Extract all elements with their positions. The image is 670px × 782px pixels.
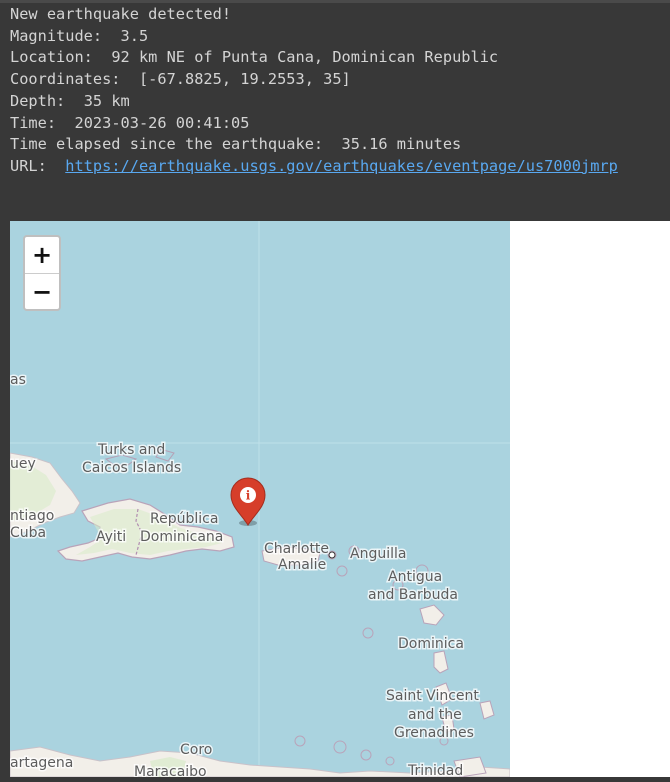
label-maracaibo: Maracaibo (134, 764, 207, 777)
land-barbados (479, 700, 495, 720)
label-santiago: ntiago (10, 508, 54, 524)
land-dominica (433, 650, 449, 674)
label-svg-1: Saint Vincent (386, 688, 479, 704)
bottom-divider (0, 777, 670, 782)
coordinates-value: [-67.8825, 19.2553, 35] (138, 70, 351, 89)
label-svg-3: Grenadines (394, 725, 474, 741)
time-value: 2023-03-26 00:41:05 (74, 113, 250, 132)
label-cuba: Cuba (10, 525, 46, 541)
land-montserrat (362, 627, 374, 639)
land-curacao (294, 735, 306, 747)
label-cuba-partial: uey (10, 456, 36, 472)
land-islet (360, 749, 372, 761)
earthquake-marker[interactable]: i (230, 477, 266, 526)
label-turks-1: Turks and (97, 442, 165, 458)
output-heading: New earthquake detected! (10, 5, 232, 23)
capital-dot (328, 551, 336, 559)
label-charlotte: Charlotte (264, 541, 329, 557)
label-bahamas: as (10, 372, 26, 388)
label-coro: Coro (180, 742, 212, 758)
magnitude-label: Magnitude: (10, 26, 103, 45)
url-label: URL: (10, 156, 47, 175)
label-dominicana: Dominicana (140, 529, 223, 545)
label-svg-2: and the (408, 707, 462, 723)
time-label: Time: (10, 113, 57, 132)
zoom-out-button[interactable]: − (25, 274, 59, 310)
label-amalie: Amalie (278, 557, 326, 573)
magnitude-value: 3.5 (120, 26, 149, 45)
top-divider (0, 0, 670, 3)
elapsed-value: 35.16 minutes (341, 135, 462, 154)
label-antigua-2: and Barbuda (368, 587, 458, 603)
label-antigua-1: Antigua (388, 569, 442, 585)
label-republica: República (150, 511, 218, 527)
label-turks-2: Caicos Islands (82, 460, 181, 476)
location-label: Location: (10, 48, 93, 67)
elapsed-label: Time elapsed since the earthquake: (10, 135, 324, 154)
map[interactable]: as Turks and Caicos Islands uey ntiago C… (10, 221, 510, 777)
label-cartagena: artagena (10, 755, 73, 771)
event-url-link[interactable]: https://earthquake.usgs.gov/earthquakes/… (65, 157, 618, 175)
info-glyph: i (246, 489, 251, 503)
depth-value: 35 km (83, 91, 130, 110)
coordinates-label: Coordinates: (10, 70, 121, 89)
label-ayiti: Ayiti (96, 529, 126, 545)
land-islet (385, 756, 395, 766)
zoom-in-button[interactable]: + (25, 237, 59, 274)
depth-label: Depth: (10, 91, 66, 110)
location-value: 92 km NE of Punta Cana, Dominican Republ… (111, 48, 499, 67)
land-guadeloupe (419, 604, 445, 626)
cell-output: New earthquake detected! Magnitude: 3.5 … (10, 4, 618, 178)
map-tiles: as Turks and Caicos Islands uey ntiago C… (10, 221, 510, 777)
land-bonaire (333, 740, 347, 754)
label-anguilla: Anguilla (350, 546, 406, 562)
label-trinidad: Trinidad (407, 763, 463, 777)
zoom-control: + − (23, 235, 61, 311)
label-dominica: Dominica (398, 636, 464, 652)
output-blank-area (510, 221, 670, 777)
land-st-croix (336, 565, 348, 577)
